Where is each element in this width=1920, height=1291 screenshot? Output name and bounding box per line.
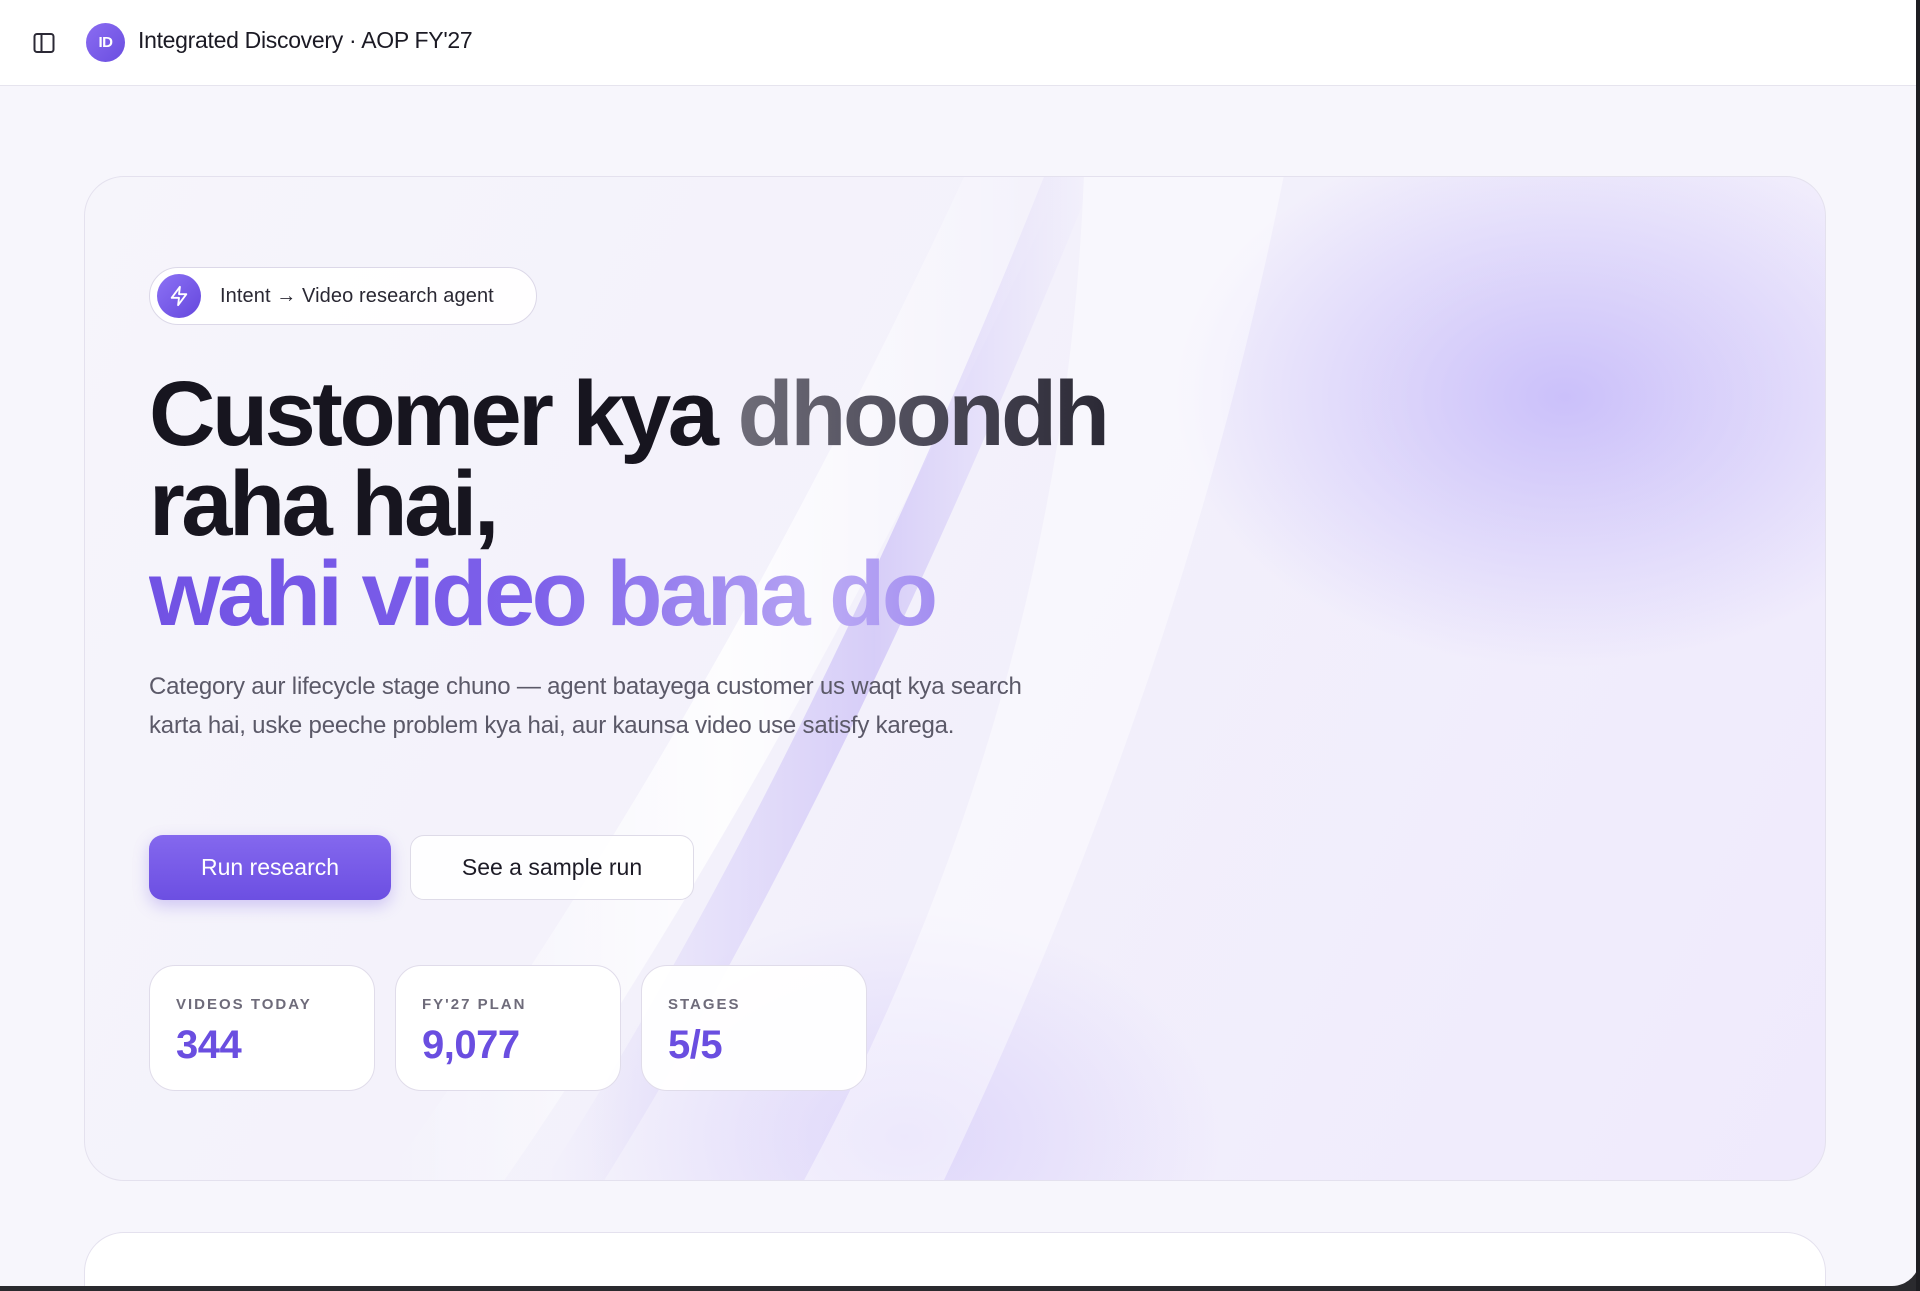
stat-label: VIDEOS TODAY bbox=[176, 996, 312, 1013]
stat-card-videos-today: VIDEOS TODAY 344 bbox=[149, 965, 375, 1091]
sample-run-button[interactable]: See a sample run bbox=[410, 835, 694, 900]
stat-label: FY'27 PLAN bbox=[422, 996, 527, 1013]
app-viewport: ID Integrated Discovery · AOP FY'27 Inte… bbox=[0, 0, 1920, 1286]
app-title: Integrated Discovery · AOP FY'27 bbox=[138, 27, 473, 53]
stat-value: 9,077 bbox=[422, 1023, 520, 1067]
run-research-button[interactable]: Run research bbox=[149, 835, 391, 900]
stat-card-fy27-plan: FY'27 PLAN 9,077 bbox=[395, 965, 621, 1091]
badge-label: Intent → Video research agent bbox=[220, 284, 494, 307]
headline-line-1: Customer kya dhoondh bbox=[149, 368, 1249, 460]
window-edge bbox=[1916, 0, 1920, 1291]
next-section-card bbox=[84, 1232, 1826, 1286]
lightning-icon bbox=[157, 274, 201, 318]
headline-line-2: raha hai, bbox=[149, 453, 499, 555]
hero-headline: Customer kya dhoondh raha hai, wahi vide… bbox=[149, 368, 1249, 640]
hero-card: Intent → Video research agent Customer k… bbox=[84, 176, 1826, 1181]
hero-description: Category aur lifecycle stage chuno — age… bbox=[149, 673, 1022, 739]
headline-line-3: wahi video bana do bbox=[149, 548, 1249, 640]
headline-line-1-a: Customer kya bbox=[149, 363, 738, 465]
avatar[interactable]: ID bbox=[86, 23, 125, 62]
agent-badge: Intent → Video research agent bbox=[149, 267, 537, 325]
sidebar-panel-icon[interactable] bbox=[30, 29, 58, 57]
stat-value: 344 bbox=[176, 1023, 242, 1067]
top-bar: ID Integrated Discovery · AOP FY'27 bbox=[0, 0, 1920, 86]
stat-value: 5/5 bbox=[668, 1023, 723, 1067]
stat-card-stages: STAGES 5/5 bbox=[641, 965, 867, 1091]
headline-line-1-b: dhoondh bbox=[737, 363, 1110, 465]
stat-label: STAGES bbox=[668, 996, 741, 1013]
